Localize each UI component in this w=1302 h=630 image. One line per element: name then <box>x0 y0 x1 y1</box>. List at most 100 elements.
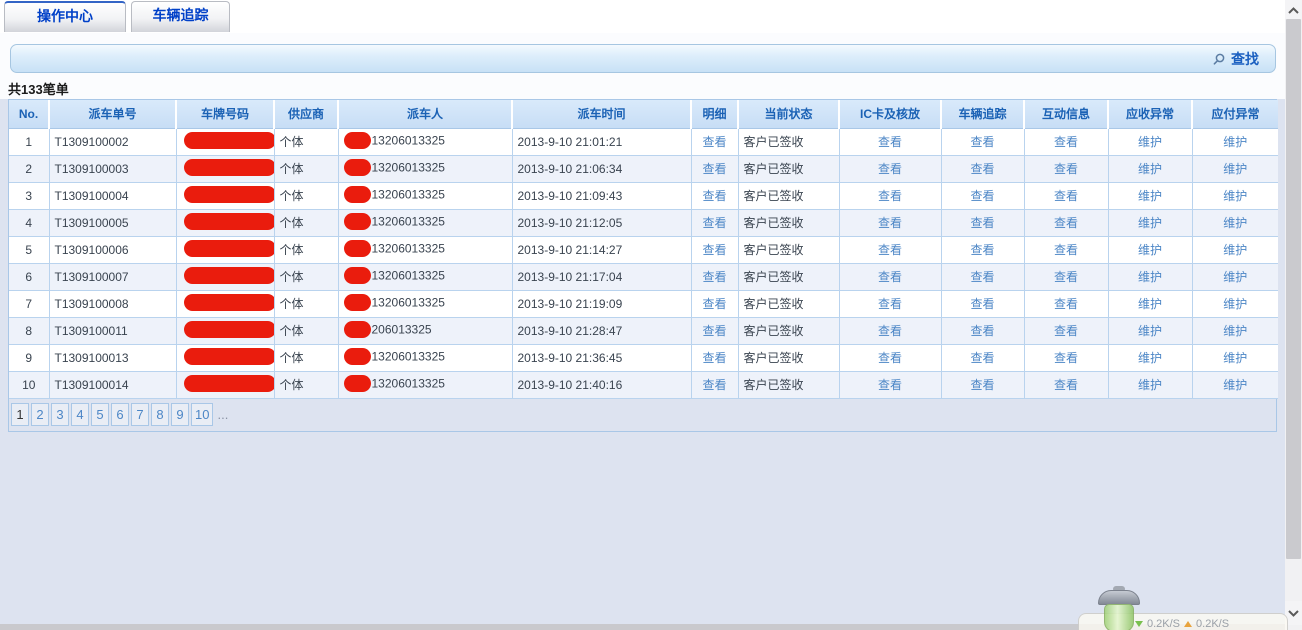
interaction-view-link[interactable]: 查看 <box>1024 209 1108 236</box>
receivable-maintain-link-text[interactable]: 维护 <box>1138 243 1162 257</box>
interaction-view-link[interactable]: 查看 <box>1024 371 1108 398</box>
payable-maintain-link[interactable]: 维护 <box>1192 344 1278 371</box>
detail-view-link-text[interactable]: 查看 <box>702 351 726 365</box>
interaction-view-link[interactable]: 查看 <box>1024 128 1108 155</box>
detail-view-link[interactable]: 查看 <box>691 236 738 263</box>
page-button-8[interactable]: 8 <box>151 403 169 426</box>
ic-card-view-link-text[interactable]: 查看 <box>878 216 902 230</box>
ic-card-view-link-text[interactable]: 查看 <box>878 297 902 311</box>
interaction-view-link[interactable]: 查看 <box>1024 155 1108 182</box>
interaction-view-link-text[interactable]: 查看 <box>1054 297 1078 311</box>
payable-maintain-link-text[interactable]: 维护 <box>1223 351 1247 365</box>
ic-card-view-link[interactable]: 查看 <box>839 182 941 209</box>
ic-card-view-link-text[interactable]: 查看 <box>878 135 902 149</box>
receivable-maintain-link-text[interactable]: 维护 <box>1138 189 1162 203</box>
interaction-view-link[interactable]: 查看 <box>1024 317 1108 344</box>
interaction-view-link-text[interactable]: 查看 <box>1054 216 1078 230</box>
vehicle-tracking-view-link-text[interactable]: 查看 <box>970 243 994 257</box>
payable-maintain-link[interactable]: 维护 <box>1192 263 1278 290</box>
vehicle-tracking-view-link[interactable]: 查看 <box>941 128 1024 155</box>
detail-view-link[interactable]: 查看 <box>691 209 738 236</box>
detail-view-link[interactable]: 查看 <box>691 182 738 209</box>
page-button-2[interactable]: 2 <box>31 403 49 426</box>
vehicle-tracking-view-link[interactable]: 查看 <box>941 344 1024 371</box>
ic-card-view-link-text[interactable]: 查看 <box>878 324 902 338</box>
detail-view-link[interactable]: 查看 <box>691 290 738 317</box>
receivable-maintain-link[interactable]: 维护 <box>1108 317 1192 344</box>
vehicle-tracking-view-link-text[interactable]: 查看 <box>970 324 994 338</box>
receivable-maintain-link-text[interactable]: 维护 <box>1138 378 1162 392</box>
payable-maintain-link[interactable]: 维护 <box>1192 317 1278 344</box>
vehicle-tracking-view-link-text[interactable]: 查看 <box>970 378 994 392</box>
payable-maintain-link-text[interactable]: 维护 <box>1223 378 1247 392</box>
tab-vehicle-tracking[interactable]: 车辆追踪 <box>131 1 230 32</box>
interaction-view-link-text[interactable]: 查看 <box>1054 378 1078 392</box>
payable-maintain-link[interactable]: 维护 <box>1192 209 1278 236</box>
payable-maintain-link[interactable]: 维护 <box>1192 128 1278 155</box>
interaction-view-link-text[interactable]: 查看 <box>1054 270 1078 284</box>
vehicle-tracking-view-link-text[interactable]: 查看 <box>970 297 994 311</box>
interaction-view-link-text[interactable]: 查看 <box>1054 135 1078 149</box>
ic-card-view-link[interactable]: 查看 <box>839 290 941 317</box>
ic-card-view-link[interactable]: 查看 <box>839 128 941 155</box>
detail-view-link-text[interactable]: 查看 <box>702 135 726 149</box>
payable-maintain-link[interactable]: 维护 <box>1192 290 1278 317</box>
search-bar[interactable]: 查找 <box>10 44 1276 73</box>
vehicle-tracking-view-link[interactable]: 查看 <box>941 155 1024 182</box>
vehicle-tracking-view-link[interactable]: 查看 <box>941 182 1024 209</box>
interaction-view-link-text[interactable]: 查看 <box>1054 162 1078 176</box>
ic-card-view-link-text[interactable]: 查看 <box>878 270 902 284</box>
interaction-view-link[interactable]: 查看 <box>1024 344 1108 371</box>
ic-card-view-link[interactable]: 查看 <box>839 371 941 398</box>
ic-card-view-link[interactable]: 查看 <box>839 317 941 344</box>
payable-maintain-link-text[interactable]: 维护 <box>1223 189 1247 203</box>
vehicle-tracking-view-link[interactable]: 查看 <box>941 209 1024 236</box>
vehicle-tracking-view-link[interactable]: 查看 <box>941 371 1024 398</box>
interaction-view-link-text[interactable]: 查看 <box>1054 189 1078 203</box>
receivable-maintain-link[interactable]: 维护 <box>1108 155 1192 182</box>
ic-card-view-link[interactable]: 查看 <box>839 344 941 371</box>
detail-view-link[interactable]: 查看 <box>691 155 738 182</box>
ic-card-view-link[interactable]: 查看 <box>839 209 941 236</box>
ic-card-view-link[interactable]: 查看 <box>839 155 941 182</box>
tab-operation-center[interactable]: 操作中心 <box>4 1 126 32</box>
payable-maintain-link-text[interactable]: 维护 <box>1223 270 1247 284</box>
receivable-maintain-link[interactable]: 维护 <box>1108 263 1192 290</box>
page-button-10[interactable]: 10 <box>191 403 213 426</box>
payable-maintain-link[interactable]: 维护 <box>1192 371 1278 398</box>
payable-maintain-link-text[interactable]: 维护 <box>1223 135 1247 149</box>
page-button-9[interactable]: 9 <box>171 403 189 426</box>
detail-view-link-text[interactable]: 查看 <box>702 324 726 338</box>
page-button-6[interactable]: 6 <box>111 403 129 426</box>
search-button[interactable]: 查找 <box>1212 49 1259 69</box>
payable-maintain-link-text[interactable]: 维护 <box>1223 297 1247 311</box>
detail-view-link-text[interactable]: 查看 <box>702 270 726 284</box>
payable-maintain-link-text[interactable]: 维护 <box>1223 324 1247 338</box>
receivable-maintain-link[interactable]: 维护 <box>1108 236 1192 263</box>
vehicle-tracking-view-link-text[interactable]: 查看 <box>970 135 994 149</box>
receivable-maintain-link-text[interactable]: 维护 <box>1138 162 1162 176</box>
detail-view-link-text[interactable]: 查看 <box>702 189 726 203</box>
ic-card-view-link-text[interactable]: 查看 <box>878 189 902 203</box>
receivable-maintain-link-text[interactable]: 维护 <box>1138 135 1162 149</box>
vehicle-tracking-view-link[interactable]: 查看 <box>941 290 1024 317</box>
detail-view-link[interactable]: 查看 <box>691 344 738 371</box>
page-button-1[interactable]: 1 <box>11 403 29 426</box>
interaction-view-link[interactable]: 查看 <box>1024 236 1108 263</box>
interaction-view-link[interactable]: 查看 <box>1024 182 1108 209</box>
detail-view-link[interactable]: 查看 <box>691 128 738 155</box>
detail-view-link[interactable]: 查看 <box>691 263 738 290</box>
interaction-view-link-text[interactable]: 查看 <box>1054 324 1078 338</box>
vehicle-tracking-view-link-text[interactable]: 查看 <box>970 189 994 203</box>
vertical-scrollbar[interactable] <box>1285 0 1302 630</box>
detail-view-link-text[interactable]: 查看 <box>702 162 726 176</box>
interaction-view-link-text[interactable]: 查看 <box>1054 243 1078 257</box>
vehicle-tracking-view-link[interactable]: 查看 <box>941 236 1024 263</box>
interaction-view-link-text[interactable]: 查看 <box>1054 351 1078 365</box>
page-button-5[interactable]: 5 <box>91 403 109 426</box>
interaction-view-link[interactable]: 查看 <box>1024 263 1108 290</box>
detail-view-link-text[interactable]: 查看 <box>702 216 726 230</box>
vehicle-tracking-view-link-text[interactable]: 查看 <box>970 270 994 284</box>
scrollbar-up-button[interactable] <box>1285 0 1302 19</box>
ic-card-view-link-text[interactable]: 查看 <box>878 243 902 257</box>
